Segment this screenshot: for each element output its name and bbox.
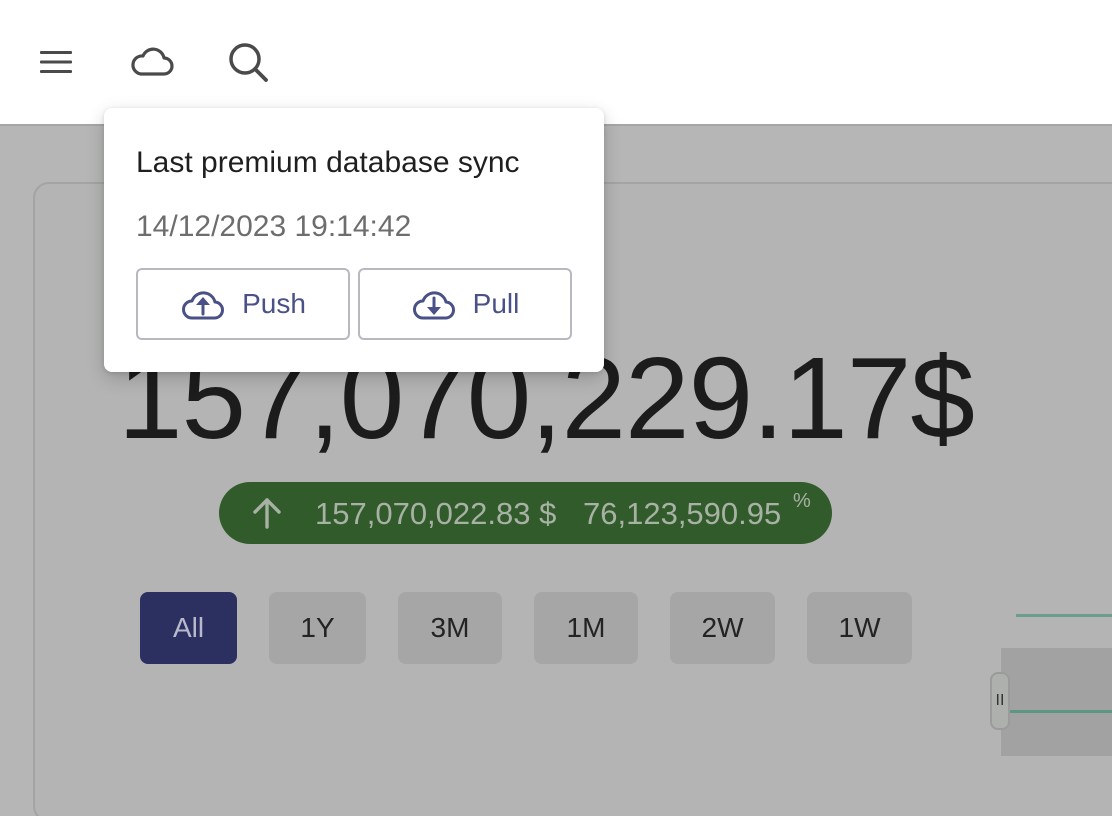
change-percent-sign: % [793, 490, 811, 512]
app-bar [0, 0, 1112, 124]
chart-series-line [1016, 614, 1112, 617]
range-button-1m[interactable]: 1M [534, 592, 638, 664]
change-badge: 157,070,022.83 $ 76,123,590.95 % [219, 482, 832, 544]
sync-popover: Last premium database sync 14/12/2023 19… [104, 108, 604, 372]
popover-title: Last premium database sync [136, 146, 520, 179]
search-icon[interactable] [224, 38, 272, 86]
range-button-2w[interactable]: 2W [670, 592, 775, 664]
cloud-download-icon [412, 291, 455, 320]
chart-range-handle[interactable]: II [990, 672, 1010, 730]
push-button-label: Push [242, 288, 306, 319]
range-button-1w[interactable]: 1W [807, 592, 912, 664]
change-amount: 157,070,022.83 $ [315, 496, 557, 531]
chart-navigator-line [1004, 710, 1112, 713]
range-button-all[interactable]: All [140, 592, 237, 664]
pull-button-label: Pull [472, 288, 520, 319]
chart-navigator[interactable] [1001, 648, 1112, 756]
last-sync-timestamp: 14/12/2023 19:14:42 [136, 210, 412, 243]
change-percent: 76,123,590.95 [583, 496, 782, 531]
menu-icon[interactable] [32, 38, 80, 86]
cloud-upload-icon [182, 291, 225, 320]
app-root: 157,070,229.17$ 157,070,022.83 $ 76,123,… [0, 0, 1112, 816]
push-button[interactable]: Push [136, 268, 350, 340]
pull-button[interactable]: Pull [358, 268, 572, 340]
range-button-3m[interactable]: 3M [398, 592, 502, 664]
cloud-icon[interactable] [128, 38, 176, 86]
range-button-1y[interactable]: 1Y [269, 592, 366, 664]
arrow-up-icon [253, 498, 281, 529]
